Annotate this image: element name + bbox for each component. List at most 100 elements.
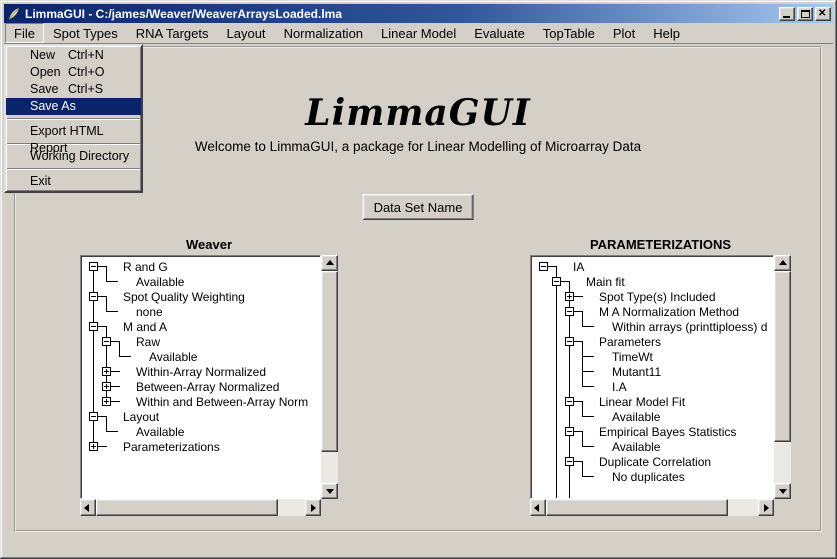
scroll-left-button[interactable]	[80, 499, 96, 516]
tree-row[interactable]: I.A	[533, 379, 773, 394]
menubar-item-rna-targets[interactable]: RNA Targets	[127, 23, 218, 43]
scroll-down-button[interactable]	[321, 483, 338, 499]
tree-node-label[interactable]: none	[136, 305, 163, 319]
tree-node-label[interactable]: Within arrays (printtiploess) d	[612, 320, 767, 334]
tree-row[interactable]: Mutant11	[533, 364, 773, 379]
tree-node-label[interactable]: Available	[612, 440, 660, 454]
parameterizations-tree-vertical-scrollbar[interactable]	[774, 255, 791, 499]
tree-node-label[interactable]: Parameterizations	[123, 440, 220, 454]
tree-node-label[interactable]: Within-Array Normalized	[136, 365, 266, 379]
tree-node-label[interactable]: R and G	[123, 260, 168, 274]
tree-node-label[interactable]: M and A	[123, 320, 167, 334]
tree-row[interactable]: No duplicates	[533, 469, 773, 484]
tree-node-label[interactable]: Main fit	[586, 275, 625, 289]
tree-row[interactable]: Parameters	[533, 334, 773, 349]
tree-node-label[interactable]: Available	[136, 275, 184, 289]
collapse-icon[interactable]	[565, 337, 574, 346]
tree-row[interactable]: Available	[83, 424, 320, 439]
menubar-item-toptable[interactable]: TopTable	[534, 23, 604, 43]
collapse-icon[interactable]	[565, 307, 574, 316]
tree-row[interactable]: M and A	[83, 319, 320, 334]
expand-icon[interactable]	[102, 382, 111, 391]
expand-icon[interactable]	[102, 367, 111, 376]
collapse-icon[interactable]	[539, 262, 548, 271]
collapse-icon[interactable]	[552, 277, 561, 286]
tree-row[interactable]: none	[83, 304, 320, 319]
expand-icon[interactable]	[89, 442, 98, 451]
tree-node-label[interactable]: Linear Model Fit	[599, 395, 685, 409]
tree-node-label[interactable]: Empirical Bayes Statistics	[599, 425, 736, 439]
tree-row[interactable]: R and G	[83, 259, 320, 274]
tree-row[interactable]: TimeWt	[533, 349, 773, 364]
tree-node-label[interactable]: Available	[136, 425, 184, 439]
tree-row[interactable]: M A Normalization Method	[533, 304, 773, 319]
tree-row[interactable]: Between-Array Normalized	[83, 379, 320, 394]
horizontal-scroll-thumb[interactable]	[96, 499, 278, 516]
file-menu-item-save-as[interactable]: Save As	[6, 98, 141, 115]
tree-node-label[interactable]: I.A	[612, 380, 627, 394]
tree-node-label[interactable]: Between-Array Normalized	[136, 380, 279, 394]
tree-node-label[interactable]: Within and Between-Array Norm	[136, 395, 308, 409]
tree-node-label[interactable]: Spot Quality Weighting	[123, 290, 245, 304]
menubar-item-plot[interactable]: Plot	[604, 23, 644, 43]
tree-node-label[interactable]: M A Normalization Method	[599, 305, 739, 319]
menubar-item-help[interactable]: Help	[644, 23, 689, 43]
collapse-icon[interactable]	[89, 322, 98, 331]
weaver-tree-canvas[interactable]: R and GAvailableSpot Quality Weightingno…	[80, 255, 321, 499]
tree-node-label[interactable]: Layout	[123, 410, 159, 424]
maximize-button[interactable]	[797, 7, 813, 21]
collapse-icon[interactable]	[565, 457, 574, 466]
tree-row[interactable]: Raw	[83, 334, 320, 349]
file-menu-item-working-directory[interactable]: Working Directory	[6, 148, 141, 165]
tree-row[interactable]: Layout	[83, 409, 320, 424]
horizontal-scroll-thumb[interactable]	[546, 499, 728, 516]
tree-node-label[interactable]: Available	[149, 350, 197, 364]
file-menu-item-export-html-report[interactable]: Export HTML Report	[6, 123, 141, 140]
menubar-item-linear-model[interactable]: Linear Model	[372, 23, 465, 43]
scroll-up-button[interactable]	[774, 255, 791, 271]
menubar-item-evaluate[interactable]: Evaluate	[465, 23, 534, 43]
collapse-icon[interactable]	[102, 337, 111, 346]
scroll-right-button[interactable]	[305, 499, 321, 516]
collapse-icon[interactable]	[565, 427, 574, 436]
tree-row[interactable]: Linear Model Fit	[533, 394, 773, 409]
vertical-scroll-thumb[interactable]	[321, 271, 338, 452]
file-menu-item-new[interactable]: NewCtrl+N	[6, 47, 141, 64]
tree-row[interactable]: Empirical Bayes Statistics	[533, 424, 773, 439]
tree-row[interactable]: Main fit	[533, 274, 773, 289]
tree-row[interactable]: Parameterizations	[83, 439, 320, 454]
scroll-up-button[interactable]	[321, 255, 338, 271]
data-set-name-button[interactable]: Data Set Name	[363, 194, 474, 220]
parameterizations-tree-horizontal-scrollbar[interactable]	[530, 499, 774, 516]
parameterizations-tree-canvas[interactable]: IAMain fitSpot Type(s) IncludedM A Norma…	[530, 255, 774, 499]
tree-row[interactable]: Duplicate Correlation	[533, 454, 773, 469]
weaver-tree-horizontal-scrollbar[interactable]	[80, 499, 321, 516]
title-bar[interactable]: LimmaGUI - C:/james/Weaver/WeaverArraysL…	[4, 4, 833, 23]
weaver-tree-vertical-scrollbar[interactable]	[321, 255, 338, 499]
vertical-scroll-thumb[interactable]	[774, 271, 791, 442]
tree-node-label[interactable]: TimeWt	[612, 350, 653, 364]
menubar-item-file[interactable]: File	[5, 23, 44, 43]
tree-row[interactable]: Available	[533, 439, 773, 454]
tree-node-label[interactable]: Mutant11	[612, 365, 661, 379]
tree-row[interactable]: Spot Type(s) Included	[533, 289, 773, 304]
collapse-icon[interactable]	[89, 292, 98, 301]
scroll-down-button[interactable]	[774, 483, 791, 499]
collapse-icon[interactable]	[89, 412, 98, 421]
tree-node-label[interactable]: Spot Type(s) Included	[599, 290, 716, 304]
tree-node-label[interactable]: No duplicates	[612, 470, 685, 484]
menubar-item-spot-types[interactable]: Spot Types	[44, 23, 127, 43]
tree-row[interactable]: Available	[533, 409, 773, 424]
tree-row[interactable]: Available	[83, 274, 320, 289]
tree-node-label[interactable]: Duplicate Correlation	[599, 455, 711, 469]
file-menu-item-exit[interactable]: Exit	[6, 173, 141, 190]
collapse-icon[interactable]	[565, 397, 574, 406]
menubar-item-normalization[interactable]: Normalization	[275, 23, 372, 43]
tree-node-label[interactable]: IA	[573, 260, 584, 274]
scroll-left-button[interactable]	[530, 499, 546, 516]
tree-row[interactable]: Within and Between-Array Norm	[83, 394, 320, 409]
close-button[interactable]: ✕	[815, 7, 831, 21]
tree-node-label[interactable]: Available	[612, 410, 660, 424]
tree-row[interactable]: Available	[83, 349, 320, 364]
minimize-button[interactable]	[779, 7, 795, 21]
